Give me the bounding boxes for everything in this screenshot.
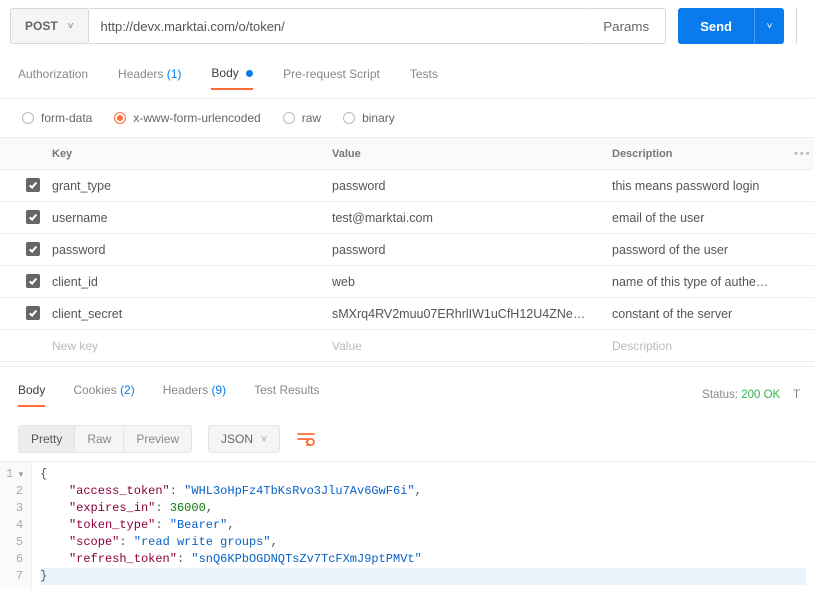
language-value: JSON (221, 432, 253, 446)
kv-head-key: Key (42, 148, 322, 160)
language-select[interactable]: JSON ˅ (208, 425, 280, 453)
radio-icon (283, 112, 295, 124)
kv-desc[interactable]: constant of the server (602, 307, 784, 321)
code-line[interactable]: "expires_in": 36000, (40, 500, 806, 517)
kv-desc[interactable]: email of the user (602, 211, 784, 225)
checkbox-checked-icon[interactable] (26, 306, 40, 320)
code-line[interactable]: { (40, 466, 806, 483)
radio-binary[interactable]: binary (343, 111, 395, 125)
radio-binary-label: binary (362, 111, 395, 125)
view-pretty-button[interactable]: Pretty (19, 426, 75, 452)
kv-value[interactable]: password (322, 179, 602, 193)
kv-head-value: Value (322, 148, 602, 160)
tab-headers[interactable]: Headers (1) (118, 67, 181, 89)
tab-body-label: Body (211, 66, 238, 80)
radio-urlencoded-label: x-www-form-urlencoded (133, 111, 260, 125)
url-input[interactable] (89, 8, 589, 44)
kv-new-desc[interactable]: Description (602, 339, 784, 353)
radio-raw[interactable]: raw (283, 111, 321, 125)
kv-row[interactable]: client_secretsMXrq4RV2muu07ERhrlIW1uCfH1… (0, 298, 814, 330)
send-dropdown-button[interactable]: ˅ (754, 8, 784, 44)
code-line[interactable]: "token_type": "Bearer", (40, 517, 806, 534)
kv-new-value[interactable]: Value (322, 339, 602, 353)
tab-tests[interactable]: Tests (410, 67, 438, 89)
checkbox-checked-icon[interactable] (26, 210, 40, 224)
radio-icon (22, 112, 34, 124)
code-line[interactable]: "scope": "read write groups", (40, 534, 806, 551)
radio-urlencoded[interactable]: x-www-form-urlencoded (114, 111, 260, 125)
kv-value[interactable]: test@marktai.com (322, 211, 602, 225)
kv-row[interactable]: grant_typepasswordthis means password lo… (0, 170, 814, 202)
code-line[interactable]: "refresh_token": "snQ6KPbOGDNQTsZv7TcFXm… (40, 551, 806, 568)
chevron-down-icon: ˅ (767, 21, 773, 32)
tab-authorization[interactable]: Authorization (18, 67, 88, 89)
kv-key[interactable]: client_secret (42, 307, 322, 321)
response-body[interactable]: 1 2 3 4 5 6 7 { "access_token": "WHL3oHp… (0, 461, 814, 589)
kv-head-desc: Description (602, 148, 784, 160)
tab-headers-count: (1) (167, 67, 182, 81)
kv-desc[interactable]: password of the user (602, 243, 784, 257)
resp-tab-headers[interactable]: Headers (9) (163, 383, 226, 407)
resp-tab-body[interactable]: Body (18, 383, 45, 407)
checkbox-checked-icon[interactable] (26, 274, 40, 288)
status-text: Status: 200 OK T (702, 389, 800, 401)
chevron-down-icon: ˅ (68, 21, 74, 32)
kv-more-icon[interactable]: ••• (784, 148, 814, 160)
kv-value[interactable]: password (322, 243, 602, 257)
kv-new-key[interactable]: New key (42, 339, 322, 353)
params-button[interactable]: Params (587, 8, 666, 44)
radio-selected-icon (114, 112, 126, 124)
kv-value[interactable]: web (322, 275, 602, 289)
kv-key[interactable]: grant_type (42, 179, 322, 193)
radio-form-data-label: form-data (41, 111, 92, 125)
radio-icon (343, 112, 355, 124)
tab-headers-label: Headers (118, 67, 163, 81)
save-button-stub[interactable] (796, 8, 804, 44)
kv-key[interactable]: password (42, 243, 322, 257)
gutter: 1 2 3 4 5 6 7 (0, 462, 32, 589)
view-mode-group: Pretty Raw Preview (18, 425, 192, 453)
resp-tab-cookies[interactable]: Cookies (2) (73, 383, 134, 407)
http-method-value: POST (25, 19, 58, 33)
resp-tab-cookies-label: Cookies (73, 383, 116, 397)
chevron-down-icon: ˅ (261, 434, 267, 445)
kv-desc[interactable]: name of this type of authentication (602, 275, 784, 289)
tab-prerequest[interactable]: Pre-request Script (283, 67, 380, 89)
http-method-select[interactable]: POST ˅ (10, 8, 89, 44)
kv-value[interactable]: sMXrq4RV2muu07ERhrlIW1uCfH12U4ZNeqy... (322, 307, 602, 321)
unsaved-dot-icon (246, 70, 253, 77)
kv-header-row: Key Value Description ••• (0, 138, 814, 170)
resp-tab-cookies-count: (2) (120, 383, 135, 397)
kv-new-row[interactable]: New key Value Description (0, 330, 814, 362)
kv-desc[interactable]: this means password login (602, 179, 784, 193)
kv-row[interactable]: passwordpasswordpassword of the user (0, 234, 814, 266)
kv-key[interactable]: client_id (42, 275, 322, 289)
view-preview-button[interactable]: Preview (124, 426, 191, 452)
kv-row[interactable]: client_idwebname of this type of authent… (0, 266, 814, 298)
kv-row[interactable]: usernametest@marktai.comemail of the use… (0, 202, 814, 234)
wrap-lines-icon[interactable] (296, 431, 316, 447)
checkbox-checked-icon[interactable] (26, 178, 40, 192)
tab-body[interactable]: Body (211, 66, 253, 90)
resp-tab-headers-count: (9) (211, 383, 226, 397)
status-value: 200 OK (741, 389, 780, 401)
send-button[interactable]: Send (678, 8, 754, 44)
view-raw-button[interactable]: Raw (75, 426, 124, 452)
status-trailing: T (793, 389, 800, 401)
kv-key[interactable]: username (42, 211, 322, 225)
status-label: Status: (702, 389, 738, 401)
radio-form-data[interactable]: form-data (22, 111, 92, 125)
checkbox-checked-icon[interactable] (26, 242, 40, 256)
radio-raw-label: raw (302, 111, 321, 125)
code-line[interactable]: } (40, 568, 806, 585)
resp-tab-headers-label: Headers (163, 383, 208, 397)
code-line[interactable]: "access_token": "WHL3oHpFz4TbKsRvo3Jlu7A… (40, 483, 806, 500)
resp-tab-testresults[interactable]: Test Results (254, 383, 319, 407)
